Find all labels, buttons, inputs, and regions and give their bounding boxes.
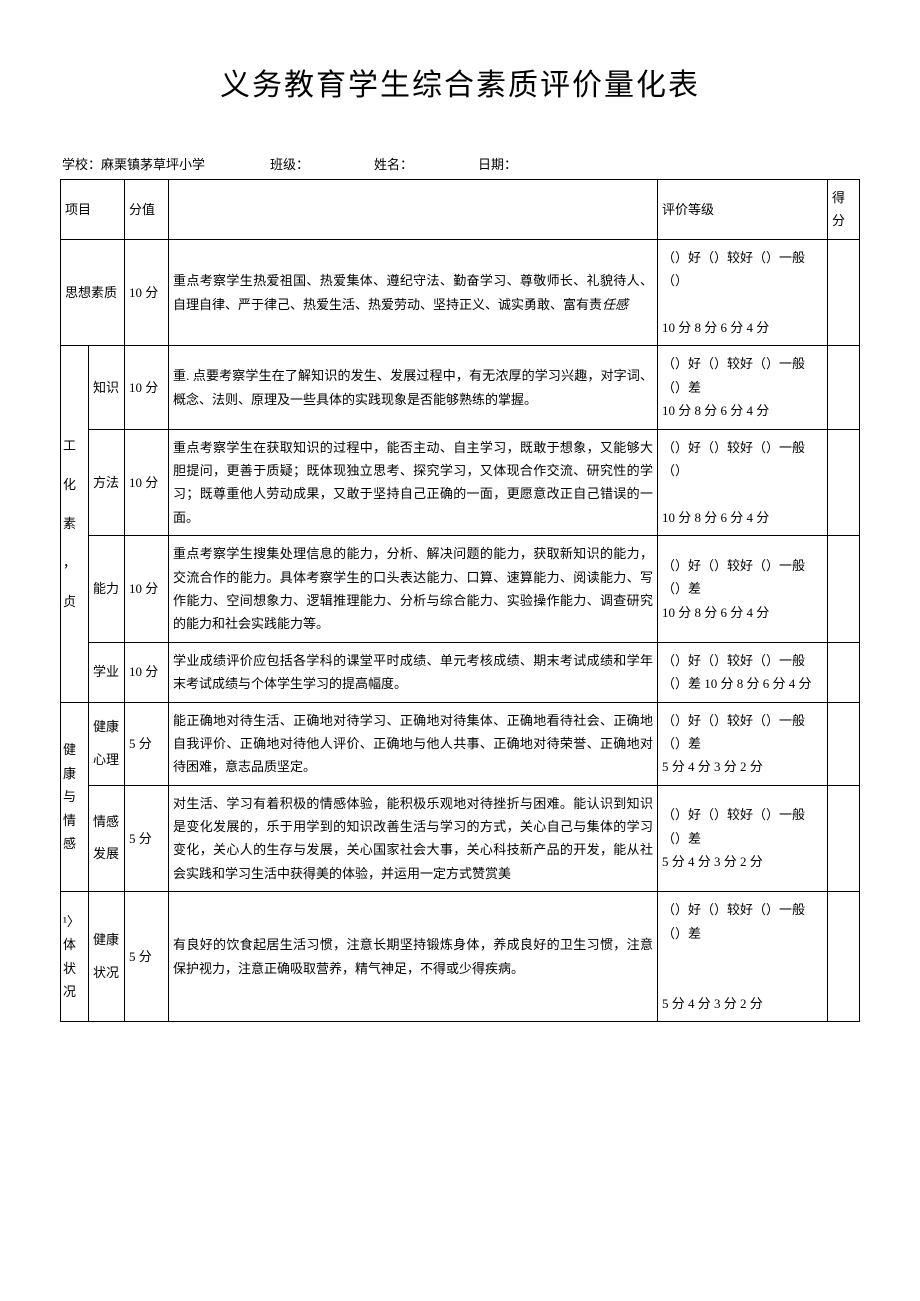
score-cell: 5 分 (125, 892, 169, 1022)
score-cell: 5 分 (125, 785, 169, 892)
score-cell: 5 分 (125, 702, 169, 785)
desc-cell: 重点考察学生热爱祖国、热爱集体、遵纪守法、勤奋学习、尊敬师长、礼貌待人、自理自律… (169, 239, 658, 346)
score-cell: 10 分 (125, 346, 169, 429)
desc-cell: 重点考察学生搜集处理信息的能力，分析、解决问题的能力，获取新知识的能力，交流合作… (169, 536, 658, 643)
rating-cell: （）好（）较好（）一般（）差 10 分 8 分 6 分 4 分 (658, 536, 828, 643)
desc-cell: 重. 点要考察学生在了解知识的发生、发展过程中，有无浓厚的学习兴趣，对字词、概念… (169, 346, 658, 429)
class-label: 班级： (270, 154, 309, 173)
desc-cell: 重点考察学生在获取知识的过程中，能否主动、自主学习，既敢于想象，又能够大胆提问，… (169, 429, 658, 536)
name-label: 姓名： (374, 154, 413, 173)
sub-emotion-dev: 情感 发展 (89, 785, 125, 892)
cat-health-emotion: 健康与情感 (61, 702, 89, 892)
desc-italic: 任感 (602, 297, 628, 312)
rating-cell: （）好（）较好（）一般（）差 10 分 8 分 6 分 4 分 (658, 642, 828, 702)
date-label: 日期： (478, 154, 517, 173)
desc-cell: 对生活、学习有着积极的情感体验，能积极乐观地对待挫折与困难。能认识到知识是变化发… (169, 785, 658, 892)
score-cell: 10 分 (125, 239, 169, 346)
rating-cell: （）好（）较好（）一般（） 10 分 8 分 6 分 4 分 (658, 239, 828, 346)
sub-knowledge: 知识 (89, 346, 125, 429)
cat-thought: 思想素质 (61, 239, 125, 346)
desc-cell: 有良好的饮食起居生活习惯，注意长期坚持锻炼身体，养成良好的卫生习惯，注意保护视力… (169, 892, 658, 1022)
result-cell[interactable] (828, 702, 860, 785)
table-row: 思想素质 10 分 重点考察学生热爱祖国、热爱集体、遵纪守法、勤奋学习、尊敬师长… (61, 239, 860, 346)
table-row: 学业 10 分 学业成绩评价应包括各学科的课堂平时成绩、单元考核成绩、期末考试成… (61, 642, 860, 702)
meta-row: 学校：麻栗镇茅草坪小学 班级： 姓名： 日期： (60, 154, 860, 173)
header-rating: 评价等级 (658, 180, 828, 240)
cat-body: ¹〉体状况 (61, 892, 89, 1022)
result-cell[interactable] (828, 346, 860, 429)
score-cell: 10 分 (125, 429, 169, 536)
result-cell[interactable] (828, 642, 860, 702)
header-score: 分值 (125, 180, 169, 240)
rating-cell: （）好（）较好（）一般（）差 5 分 4 分 3 分 2 分 (658, 892, 828, 1022)
evaluation-table: 项目 分值 评价等级 得分 思想素质 10 分 重点考察学生热爱祖国、热爱集体、… (60, 179, 860, 1022)
result-cell[interactable] (828, 239, 860, 346)
header-result: 得分 (828, 180, 860, 240)
table-row: 情感 发展 5 分 对生活、学习有着积极的情感体验，能积极乐观地对待挫折与困难。… (61, 785, 860, 892)
header-row: 项目 分值 评价等级 得分 (61, 180, 860, 240)
score-cell: 10 分 (125, 536, 169, 643)
result-cell[interactable] (828, 429, 860, 536)
desc-cell: 能正确地对待生活、正确地对待学习、正确地对待集体、正确地看待社会、正确地自我评价… (169, 702, 658, 785)
rating-cell: （）好（）较好（）一般（）差 5 分 4 分 3 分 2 分 (658, 785, 828, 892)
table-row: 健康与情感 健康 心理 5 分 能正确地对待生活、正确地对待学习、正确地对待集体… (61, 702, 860, 785)
rating-cell: （）好（）较好（）一般（） 10 分 8 分 6 分 4 分 (658, 429, 828, 536)
sub-method: 方法 (89, 429, 125, 536)
cat-culture: 工 化 素 ，贞 (61, 346, 89, 702)
desc-cell: 学业成绩评价应包括各学科的课堂平时成绩、单元考核成绩、期末考试成绩和学年末考试成… (169, 642, 658, 702)
desc-text: 重点考察学生热爱祖国、热爱集体、遵纪守法、勤奋学习、尊敬师长、礼貌待人、自理自律… (173, 273, 653, 311)
table-row: 工 化 素 ，贞 知识 10 分 重. 点要考察学生在了解知识的发生、发展过程中… (61, 346, 860, 429)
rating-cell: （）好（）较好（）一般（）差 5 分 4 分 3 分 2 分 (658, 702, 828, 785)
sub-ability: 能力 (89, 536, 125, 643)
sub-psych: 健康 心理 (89, 702, 125, 785)
school-label: 学校：麻栗镇茅草坪小学 (62, 154, 205, 173)
sub-health-status: 健康 状况 (89, 892, 125, 1022)
sub-academic: 学业 (89, 642, 125, 702)
table-row: 方法 10 分 重点考察学生在获取知识的过程中，能否主动、自主学习，既敢于想象，… (61, 429, 860, 536)
header-desc (169, 180, 658, 240)
score-cell: 10 分 (125, 642, 169, 702)
rating-cell: （）好（）较好（）一般（）差 10 分 8 分 6 分 4 分 (658, 346, 828, 429)
result-cell[interactable] (828, 536, 860, 643)
table-row: 能力 10 分 重点考察学生搜集处理信息的能力，分析、解决问题的能力，获取新知识… (61, 536, 860, 643)
table-row: ¹〉体状况 健康 状况 5 分 有良好的饮食起居生活习惯，注意长期坚持锻炼身体，… (61, 892, 860, 1022)
page-title: 义务教育学生综合素质评价量化表 (60, 60, 860, 104)
result-cell[interactable] (828, 892, 860, 1022)
result-cell[interactable] (828, 785, 860, 892)
header-project: 项目 (61, 180, 125, 240)
